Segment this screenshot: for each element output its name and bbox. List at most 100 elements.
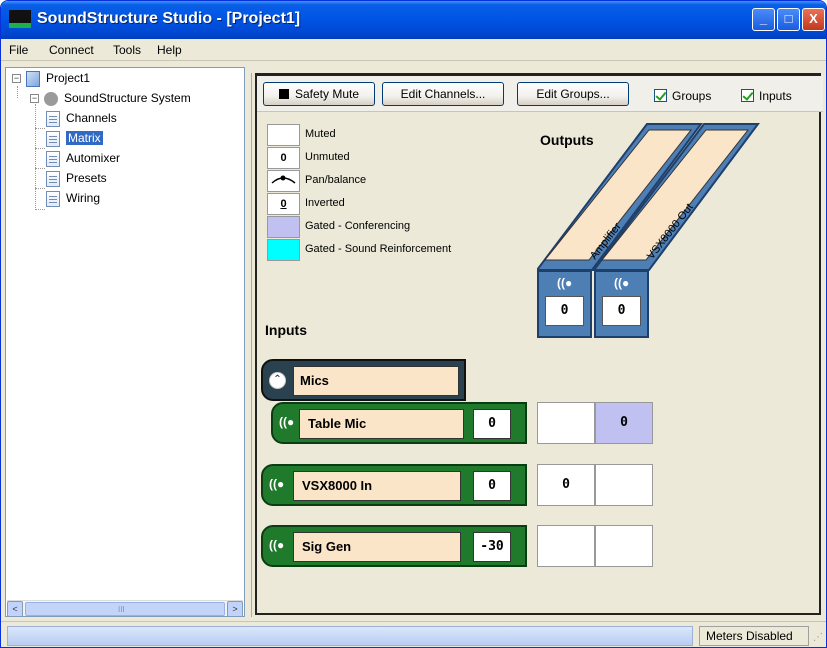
legend-swatch-pan [267, 170, 300, 192]
pan-arc-icon [271, 175, 296, 184]
legend-swatch-muted [267, 124, 300, 146]
matrix-toolbar: Safety Mute Edit Channels... Edit Groups… [257, 76, 823, 112]
checkmark-icon [654, 89, 667, 102]
scroll-left-icon[interactable]: < [7, 601, 23, 617]
collapse-project-icon[interactable]: − [12, 74, 21, 83]
legend-swatch-gated-conferencing [267, 216, 300, 238]
legend-row: Gated - Conferencing [267, 216, 477, 239]
tree-project-label: Project1 [46, 71, 91, 85]
maximize-button[interactable]: □ [777, 8, 800, 31]
collapse-group-icon[interactable]: ⌃ [269, 372, 286, 389]
tree-item-label: Channels [66, 111, 117, 125]
input-row-sig-gen[interactable]: ((● Sig Gen -30 [261, 525, 527, 567]
input-row-table-mic[interactable]: ((● Table Mic 0 [271, 402, 527, 444]
menu-help[interactable]: Help [157, 43, 182, 57]
tree-system[interactable]: SoundStructure System [44, 89, 191, 107]
close-button[interactable]: X [802, 8, 825, 31]
input-level[interactable]: -30 [473, 532, 511, 562]
tree-item-label: Wiring [66, 191, 101, 205]
tree-item-presets[interactable]: Presets [46, 169, 107, 187]
legend-row: Gated - Sound Reinforcement [267, 239, 477, 262]
legend-label: Muted [305, 128, 336, 140]
tree-item-channels[interactable]: Channels [46, 109, 117, 127]
matrix-cell[interactable]: 0 [595, 402, 653, 444]
output-level[interactable]: 0 [602, 296, 641, 326]
wave-icon: ((● [269, 477, 285, 491]
legend-row: 0 Inverted [267, 193, 477, 216]
output-level[interactable]: 0 [545, 296, 584, 326]
tree-item-label: Presets [66, 171, 107, 185]
groups-checkbox[interactable]: Groups [654, 89, 711, 103]
legend-swatch-inverted: 0 [267, 193, 300, 215]
system-icon [44, 91, 58, 106]
meters-status: Meters Disabled [699, 626, 809, 646]
resize-grip-icon[interactable]: ⋰ [813, 632, 825, 644]
tree-item-matrix[interactable]: Matrix [46, 129, 103, 147]
edit-groups-button[interactable]: Edit Groups... [517, 82, 629, 106]
legend-row: Muted [267, 124, 477, 147]
legend-label: Unmuted [305, 151, 350, 163]
menu-file[interactable]: File [9, 43, 28, 57]
wave-icon: ((● [279, 415, 295, 429]
stop-square-icon [278, 89, 289, 99]
legend-label: Inverted [305, 197, 345, 209]
legend-label: Pan/balance [305, 174, 367, 186]
status-progress-area [7, 626, 693, 646]
scroll-grip-icon: III [118, 605, 125, 614]
matrix-cell[interactable] [537, 525, 595, 567]
scroll-right-icon[interactable]: > [227, 601, 243, 617]
window-title: SoundStructure Studio - [Project1] [37, 10, 301, 27]
input-label: Sig Gen [293, 532, 461, 562]
menu-connect[interactable]: Connect [49, 43, 94, 57]
matrix-cell[interactable] [595, 525, 653, 567]
inputs-checkbox-label: Inputs [759, 89, 792, 103]
document-icon [46, 110, 60, 127]
matrix-cell[interactable] [537, 402, 595, 444]
legend-label: Gated - Sound Reinforcement [305, 243, 452, 255]
legend-row: 0 Unmuted [267, 147, 477, 170]
project-icon [26, 70, 40, 87]
tree-horizontal-scrollbar[interactable]: < III > [7, 600, 243, 617]
input-level[interactable]: 0 [473, 471, 511, 501]
matrix-cell[interactable] [595, 464, 653, 506]
edit-channels-button[interactable]: Edit Channels... [382, 82, 504, 106]
wave-icon: ((● [269, 538, 285, 552]
tree-project[interactable]: Project1 [26, 69, 90, 87]
tree-item-label: Automixer [66, 151, 121, 165]
input-row-vsx8000-in[interactable]: ((● VSX8000 In 0 [261, 464, 527, 506]
group-mics[interactable]: ⌃ Mics [261, 359, 466, 401]
inputs-checkbox[interactable]: Inputs [741, 89, 792, 103]
collapse-system-icon[interactable]: − [30, 94, 39, 103]
matrix-frame: Safety Mute Edit Channels... Edit Groups… [255, 73, 823, 615]
document-icon [46, 190, 60, 207]
document-icon [46, 150, 60, 167]
status-bar: Meters Disabled ⋰ [1, 621, 826, 647]
safety-mute-label: Safety Mute [294, 87, 360, 101]
output-strip[interactable]: ((● 0 [537, 270, 592, 338]
matrix-cell[interactable]: 0 [537, 464, 595, 506]
legend-label: Gated - Conferencing [305, 220, 411, 232]
tree-item-automixer[interactable]: Automixer [46, 149, 120, 167]
group-label: Mics [293, 366, 459, 396]
menu-bar: File Connect Tools Help [1, 39, 826, 61]
wave-icon: ((● [557, 276, 573, 290]
output-headers: Amplifier VSX8000 Out [537, 123, 760, 271]
scroll-thumb[interactable]: III [25, 602, 225, 616]
input-label: Table Mic [299, 409, 464, 439]
document-icon [46, 170, 60, 187]
output-strip[interactable]: ((● 0 [594, 270, 649, 338]
checkmark-icon [741, 89, 754, 102]
menu-tools[interactable]: Tools [113, 43, 141, 57]
wave-icon: ((● [614, 276, 630, 290]
safety-mute-button[interactable]: Safety Mute [263, 82, 375, 106]
tree-item-wiring[interactable]: Wiring [46, 189, 100, 207]
title-bar[interactable]: SoundStructure Studio - [Project1] _ □ X [1, 1, 826, 39]
legend-row: Pan/balance [267, 170, 477, 193]
legend-swatch-unmuted: 0 [267, 147, 300, 169]
app-logo-icon [9, 10, 31, 28]
tree-system-label: SoundStructure System [64, 91, 191, 105]
input-level[interactable]: 0 [473, 409, 511, 439]
app-window: SoundStructure Studio - [Project1] _ □ X… [0, 0, 827, 648]
minimize-button[interactable]: _ [752, 8, 775, 31]
inputs-heading: Inputs [265, 322, 307, 338]
